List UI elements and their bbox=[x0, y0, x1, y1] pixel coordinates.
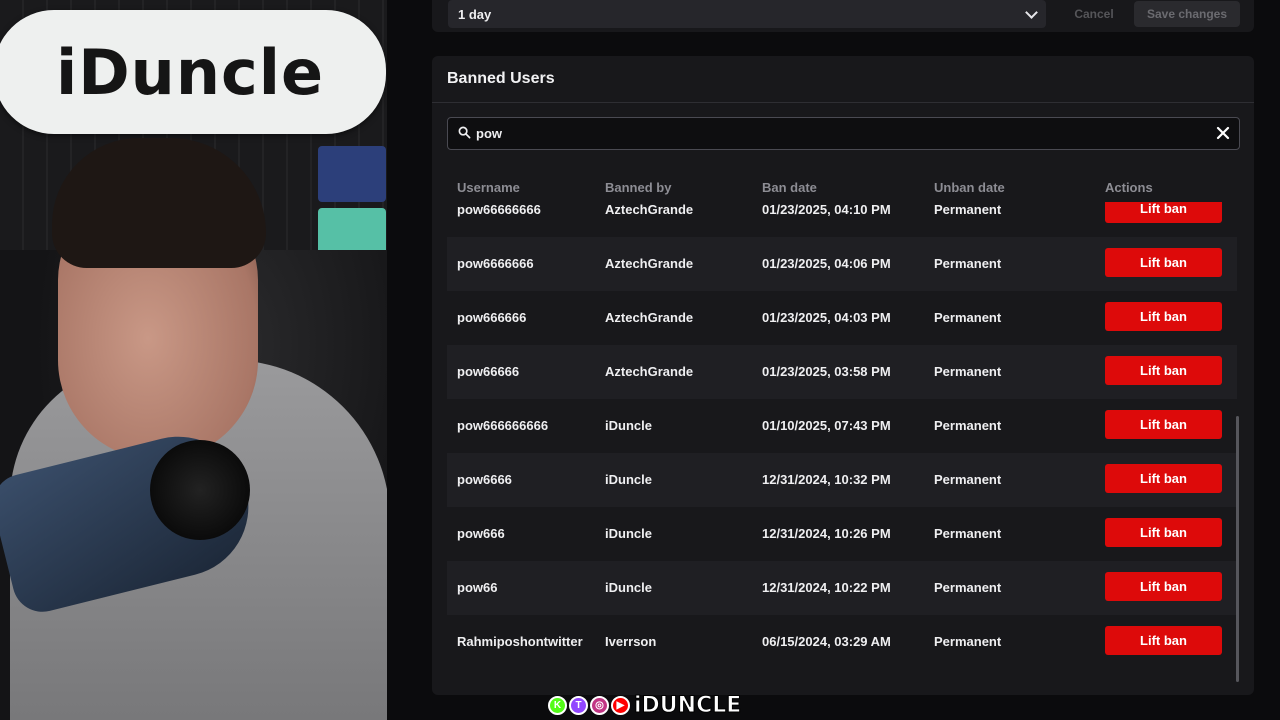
row-ban-date: 12/31/2024, 10:22 PM bbox=[762, 580, 891, 595]
twitch-icon: T bbox=[569, 695, 588, 715]
duration-select-value: 1 day bbox=[458, 6, 492, 22]
table-row: pow66 iDuncle 12/31/2024, 10:22 PM Permanen… bbox=[447, 561, 1237, 615]
duration-select[interactable]: 1 day bbox=[448, 0, 1046, 28]
table-row: Rahmiposhontwitter Iverrson 06/15/2024, 03… bbox=[447, 615, 1237, 669]
row-unban-date: Permanent bbox=[934, 364, 1002, 379]
row-ban-date: 06/15/2024, 03:29 AM bbox=[762, 634, 891, 649]
row-ban-date: 01/23/2025, 03:58 PM bbox=[762, 364, 891, 379]
row-unban-date: Permanent bbox=[934, 580, 1002, 595]
row-unban-date: Permanent bbox=[934, 526, 1002, 541]
cancel-button[interactable]: Cancel bbox=[1062, 1, 1126, 27]
row-banned-by: iDuncle bbox=[605, 580, 652, 595]
row-banned-by: iDuncle bbox=[605, 472, 652, 487]
scrollbar[interactable] bbox=[1236, 416, 1239, 682]
row-username: pow666 bbox=[457, 526, 505, 541]
row-unban-date: Permanent bbox=[934, 418, 1002, 433]
column-header-banned-by: Banned by bbox=[605, 180, 672, 195]
lift-ban-button[interactable]: Lift ban bbox=[1105, 626, 1222, 655]
row-banned-by: AztechGrande bbox=[605, 256, 694, 271]
row-banned-by: iDuncle bbox=[605, 526, 652, 541]
table-row: pow66666 AztechGrande 01/23/2025, 03:58 PM… bbox=[447, 345, 1237, 399]
table-row: pow6666666 AztechGrande 01/23/2025, 04:06 … bbox=[447, 237, 1237, 291]
row-username: pow6666 bbox=[457, 472, 512, 487]
row-ban-date: 12/31/2024, 10:32 PM bbox=[762, 472, 891, 487]
row-unban-date: Permanent bbox=[934, 202, 1002, 217]
search-box[interactable] bbox=[447, 117, 1240, 150]
row-username: pow666666666 bbox=[457, 418, 549, 433]
column-header-username: Username bbox=[457, 180, 520, 195]
row-ban-date: 01/23/2025, 04:10 PM bbox=[762, 202, 891, 217]
lift-ban-button[interactable]: Lift ban bbox=[1105, 302, 1222, 331]
row-unban-date: Permanent bbox=[934, 310, 1002, 325]
kick-icon: K bbox=[548, 695, 567, 715]
table-row: pow666666666 iDuncle 01/10/2025, 07:43 PM P… bbox=[447, 399, 1237, 453]
row-username: pow6666666 bbox=[457, 256, 534, 271]
row-ban-date: 01/23/2025, 04:03 PM bbox=[762, 310, 891, 325]
instagram-icon: ◎ bbox=[590, 695, 609, 715]
lift-ban-button[interactable]: Lift ban bbox=[1105, 202, 1222, 223]
search-icon bbox=[458, 126, 471, 139]
table-header: Username Banned by Ban date Unban date A… bbox=[447, 180, 1240, 196]
chevron-down-icon bbox=[1025, 5, 1038, 19]
row-username: Rahmiposhontwitter bbox=[457, 634, 583, 649]
lift-ban-button[interactable]: Lift ban bbox=[1105, 410, 1222, 439]
banned-users-title: Banned Users bbox=[447, 70, 555, 87]
save-changes-button[interactable]: Save changes bbox=[1134, 1, 1240, 27]
lift-ban-button[interactable]: Lift ban bbox=[1105, 518, 1222, 547]
row-username: pow66666 bbox=[457, 364, 520, 379]
table-row: pow66666666 AztechGrande 01/23/2025, 04:10… bbox=[447, 202, 1237, 237]
ban-settings-card: 1 day Cancel Save changes bbox=[432, 0, 1254, 32]
table-row: pow6666 iDuncle 12/31/2024, 10:32 PM Perman… bbox=[447, 453, 1237, 507]
row-ban-date: 01/23/2025, 04:06 PM bbox=[762, 256, 891, 271]
row-ban-date: 01/10/2025, 07:43 PM bbox=[762, 418, 891, 433]
row-ban-date: 12/31/2024, 10:26 PM bbox=[762, 526, 891, 541]
row-username: pow66666666 bbox=[457, 202, 541, 217]
column-header-unban-date: Unban date bbox=[934, 180, 1005, 195]
microphone-grill bbox=[150, 440, 250, 540]
column-header-ban-date: Ban date bbox=[762, 180, 817, 195]
lift-ban-button[interactable]: Lift ban bbox=[1105, 248, 1222, 277]
close-icon[interactable] bbox=[1215, 125, 1231, 141]
skateboard-deck: iDuncle bbox=[0, 10, 386, 134]
webcam-feed: iDuncle bbox=[0, 0, 387, 720]
row-username: pow66 bbox=[457, 580, 498, 595]
column-header-actions: Actions bbox=[1105, 180, 1153, 195]
row-unban-date: Permanent bbox=[934, 634, 1002, 649]
moderation-panel: 1 day Cancel Save changes Banned Users U… bbox=[387, 0, 1280, 720]
row-banned-by: AztechGrande bbox=[605, 202, 694, 217]
divider bbox=[432, 102, 1254, 103]
row-unban-date: Permanent bbox=[934, 256, 1002, 271]
table-row: pow666 iDuncle 12/31/2024, 10:26 PM Permane… bbox=[447, 507, 1237, 561]
row-banned-by: Iverrson bbox=[605, 634, 657, 649]
deck-logo-text: iDuncle bbox=[55, 35, 325, 109]
shelf-card bbox=[318, 146, 386, 202]
banned-users-table[interactable]: pow66666666 AztechGrande 01/23/2025, 04:10… bbox=[447, 202, 1240, 682]
search-input[interactable] bbox=[476, 118, 1196, 149]
channel-brand-overlay: K T ◎ ▶ iDUNCLE bbox=[548, 692, 742, 718]
row-unban-date: Permanent bbox=[934, 472, 1002, 487]
brand-text: iDUNCLE bbox=[633, 692, 742, 718]
row-banned-by: AztechGrande bbox=[605, 364, 694, 379]
row-banned-by: AztechGrande bbox=[605, 310, 694, 325]
lift-ban-button[interactable]: Lift ban bbox=[1105, 464, 1222, 493]
banned-users-card: Banned Users Username Banned by Ban date… bbox=[432, 56, 1254, 695]
table-row: pow666666 AztechGrande 01/23/2025, 04:03 P… bbox=[447, 291, 1237, 345]
youtube-icon: ▶ bbox=[611, 695, 630, 715]
row-banned-by: iDuncle bbox=[605, 418, 652, 433]
lift-ban-button[interactable]: Lift ban bbox=[1105, 572, 1222, 601]
lift-ban-button[interactable]: Lift ban bbox=[1105, 356, 1222, 385]
row-username: pow666666 bbox=[457, 310, 527, 325]
